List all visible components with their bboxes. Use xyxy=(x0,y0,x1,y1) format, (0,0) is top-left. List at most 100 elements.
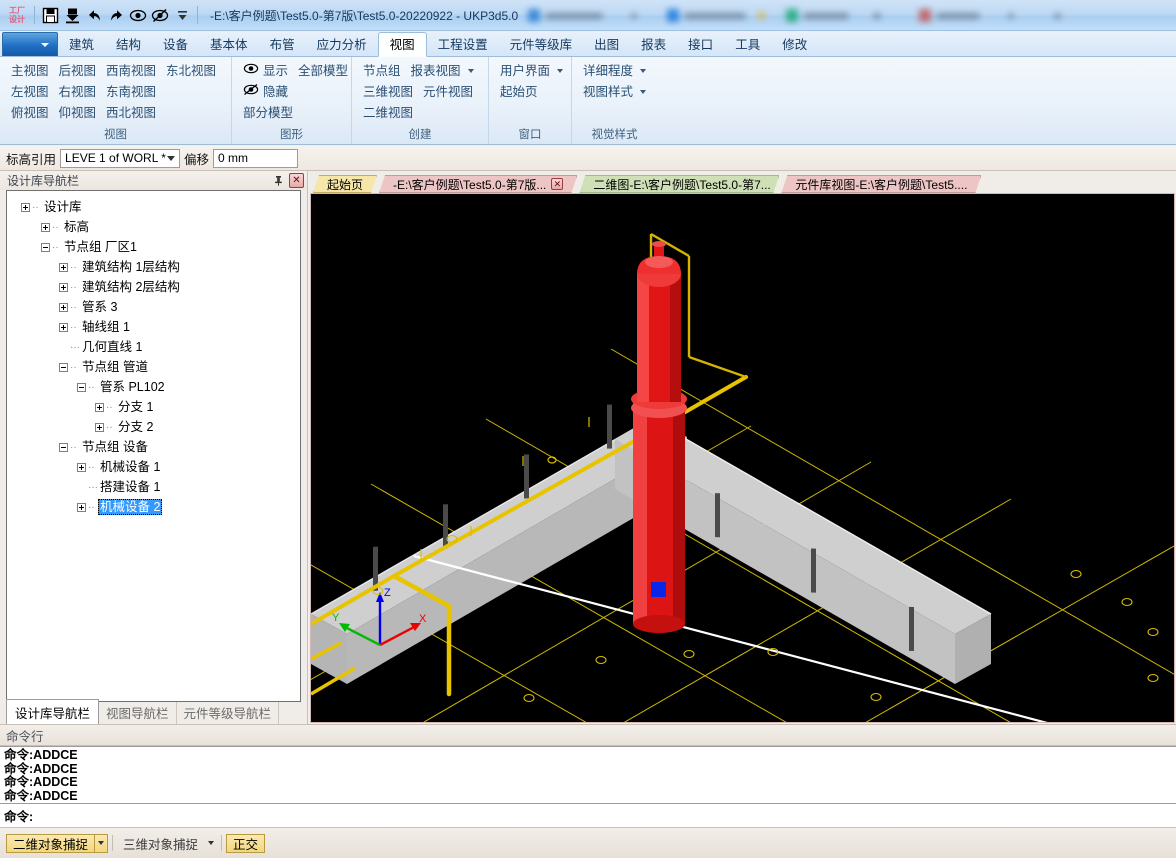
tree-toggle-icon[interactable] xyxy=(59,322,68,332)
dock-tab-view-navigator[interactable]: 视图导航栏 xyxy=(99,701,177,724)
3d-viewport[interactable]: Z X Y xyxy=(310,193,1175,723)
tree-item-mechanical-equipment-2[interactable]: ·· 机械设备 2 xyxy=(11,497,300,517)
command-input[interactable] xyxy=(33,806,1176,825)
tree-item-node-group-equipment[interactable]: ·· 节点组 设备 xyxy=(11,437,300,457)
pin-icon[interactable] xyxy=(271,173,286,188)
ribbon-tab-yuanjiandengjiku[interactable]: 元件等级库 xyxy=(499,34,584,56)
tree-toggle-icon[interactable] xyxy=(59,442,68,452)
tree-toggle-icon[interactable] xyxy=(59,362,68,372)
tree-item-axis-group-1[interactable]: ·· 轴线组 1 xyxy=(11,317,300,337)
save-icon[interactable] xyxy=(39,4,61,26)
document-tab-3d-model[interactable]: -E:\客户例题\Test5.0-第7版... ✕ xyxy=(379,175,577,193)
ribbon-tab-jibenti[interactable]: 基本体 xyxy=(199,34,259,56)
ribbon-tab-jiegou[interactable]: 结构 xyxy=(105,34,152,56)
view-right-button[interactable]: 右视图 xyxy=(54,82,102,102)
customize-qat-icon[interactable] xyxy=(171,4,193,26)
ribbon-tab-jianzhu[interactable]: 建筑 xyxy=(58,34,105,56)
visual-detail-level-button[interactable]: 详细程度 xyxy=(578,61,651,81)
application-menu-button[interactable] xyxy=(2,32,58,56)
status-toggle-3d-snap[interactable]: 三维对象捕捉 xyxy=(117,834,204,853)
tree-toggle-icon[interactable] xyxy=(77,462,86,472)
status-toggle-ortho[interactable]: 正交 xyxy=(226,833,266,853)
tree-item-node-group-plant1[interactable]: ·· 节点组 厂区1 xyxy=(11,237,300,257)
dock-tab-design-library[interactable]: 设计库导航栏 xyxy=(6,699,100,725)
tree-item-node-group-piping[interactable]: ·· 节点组 管道 xyxy=(11,357,300,377)
ribbon-tab-chutu[interactable]: 出图 xyxy=(583,34,630,56)
view-southeast-button[interactable]: 东南视图 xyxy=(101,82,161,102)
ribbon-tab-xiugai[interactable]: 修改 xyxy=(771,34,818,56)
command-log[interactable]: 命令:ADDCE 命令:ADDCE 命令:ADDCE 命令:ADDCE xyxy=(0,746,1176,804)
tree-item-assembled-equipment-1[interactable]: ··· 搭建设备 1 xyxy=(11,477,300,497)
tree-item-mechanical-equipment-1[interactable]: ·· 机械设备 1 xyxy=(11,457,300,477)
create-2d-view-button[interactable]: 二维视图 xyxy=(358,103,418,123)
tree-item-branch-2[interactable]: ·· 分支 2 xyxy=(11,417,300,437)
tree-item-design-library[interactable]: ·· 设计库 xyxy=(11,197,300,217)
ribbon-tab-shitu[interactable]: 视图 xyxy=(377,32,427,57)
dock-tab-component-class[interactable]: 元件等级导航栏 xyxy=(177,701,280,724)
tree-toggle-icon[interactable] xyxy=(95,402,104,412)
tree-toggle-icon[interactable] xyxy=(77,382,86,392)
status-3d-snap-dropdown[interactable] xyxy=(204,834,217,853)
tree-item-pipeline-3[interactable]: ·· 管系 3 xyxy=(11,297,300,317)
tree-toggle-icon[interactable] xyxy=(21,202,30,212)
selection-handle[interactable] xyxy=(651,582,666,597)
tree-item-building-structure-1[interactable]: ·· 建筑结构 1层结构 xyxy=(11,257,300,277)
view-bottom-button[interactable]: 仰视图 xyxy=(54,103,102,123)
ribbon-tab-baobiao[interactable]: 报表 xyxy=(630,34,677,56)
tree-item-geometry-line-1[interactable]: ··· 几何直线 1 xyxy=(11,337,300,357)
create-report-view-button[interactable]: 报表视图 xyxy=(406,61,479,81)
tree-toggle-icon[interactable] xyxy=(77,502,86,512)
document-tab-start-page[interactable]: 起始页 xyxy=(313,175,377,193)
show-icon[interactable] xyxy=(127,4,149,26)
tree-item-pipeline-pl102[interactable]: ·· 管系 PL102 xyxy=(11,377,300,397)
create-node-group-button[interactable]: 节点组 xyxy=(358,61,406,81)
view-left-button[interactable]: 左视图 xyxy=(6,82,54,102)
view-southwest-button[interactable]: 西南视图 xyxy=(101,61,161,81)
view-northeast-button[interactable]: 东北视图 xyxy=(161,61,221,81)
create-3d-view-button[interactable]: 三维视图 xyxy=(358,82,418,102)
ribbon-tab-gongchengshezhi[interactable]: 工程设置 xyxy=(427,34,499,56)
hide-icon[interactable] xyxy=(149,4,171,26)
tree-item-elevation[interactable]: ·· 标高 xyxy=(11,217,300,237)
undo-icon[interactable] xyxy=(83,4,105,26)
close-icon[interactable]: ✕ xyxy=(289,173,304,188)
graphics-all-models-button[interactable]: 全部模型 xyxy=(293,61,353,81)
vessel-equipment[interactable] xyxy=(631,241,687,633)
redo-icon[interactable] xyxy=(105,4,127,26)
tree-toggle-icon[interactable] xyxy=(41,242,50,252)
status-2d-snap-dropdown[interactable] xyxy=(95,833,109,853)
import-icon[interactable] xyxy=(61,4,83,26)
document-tab-2d-drawing[interactable]: 二维图-E:\客户例题\Test5.0-第7... xyxy=(579,175,779,193)
window-start-page-button[interactable]: 起始页 xyxy=(495,82,543,102)
status-toggle-2d-snap[interactable]: 二维对象捕捉 xyxy=(6,833,96,853)
tree-toggle-icon[interactable] xyxy=(41,222,50,232)
elevation-reference-combo[interactable]: LEVE 1 of WORL * xyxy=(60,148,181,168)
ribbon-tab-gongju[interactable]: 工具 xyxy=(724,34,771,56)
ribbon-row: 节点组 报表视图 xyxy=(358,60,482,81)
view-northwest-button[interactable]: 西北视图 xyxy=(101,103,161,123)
ribbon-tab-buguan[interactable]: 布管 xyxy=(259,34,306,56)
document-tab-component-library[interactable]: 元件库视图-E:\客户例题\Test5.... xyxy=(781,175,981,193)
design-library-tree[interactable]: ·· 设计库 ·· 标高 ·· 节点组 厂区1 ·· 建筑结构 1层结构 ·· … xyxy=(6,190,301,702)
tree-toggle-icon[interactable] xyxy=(59,302,68,312)
graphics-partial-model-button[interactable]: 部分模型 xyxy=(238,103,298,123)
ribbon-tab-jiekou[interactable]: 接口 xyxy=(677,34,724,56)
tree-toggle-icon[interactable] xyxy=(59,262,68,272)
tree-item-building-structure-2[interactable]: ·· 建筑结构 2层结构 xyxy=(11,277,300,297)
graphics-hide-button[interactable]: 隐藏 xyxy=(238,82,293,102)
window-user-interface-button[interactable]: 用户界面 xyxy=(495,61,568,81)
graphics-show-button[interactable]: 显示 xyxy=(238,61,293,81)
close-icon[interactable]: ✕ xyxy=(551,178,563,190)
visual-view-style-button[interactable]: 视图样式 xyxy=(578,82,651,102)
tree-toggle-icon[interactable] xyxy=(95,422,104,432)
view-top-button[interactable]: 俯视图 xyxy=(6,103,54,123)
view-back-button[interactable]: 后视图 xyxy=(54,61,102,81)
create-component-view-button[interactable]: 元件视图 xyxy=(418,82,478,102)
elevation-offset-input[interactable]: 0 mm xyxy=(213,148,299,168)
ribbon-tab-yinglifenxi[interactable]: 应力分析 xyxy=(306,34,378,56)
ribbon-row: 视图样式 xyxy=(578,81,651,102)
view-front-button[interactable]: 主视图 xyxy=(6,61,54,81)
tree-toggle-icon[interactable] xyxy=(59,282,68,292)
tree-item-branch-1[interactable]: ·· 分支 1 xyxy=(11,397,300,417)
ribbon-tab-shebei[interactable]: 设备 xyxy=(152,34,199,56)
